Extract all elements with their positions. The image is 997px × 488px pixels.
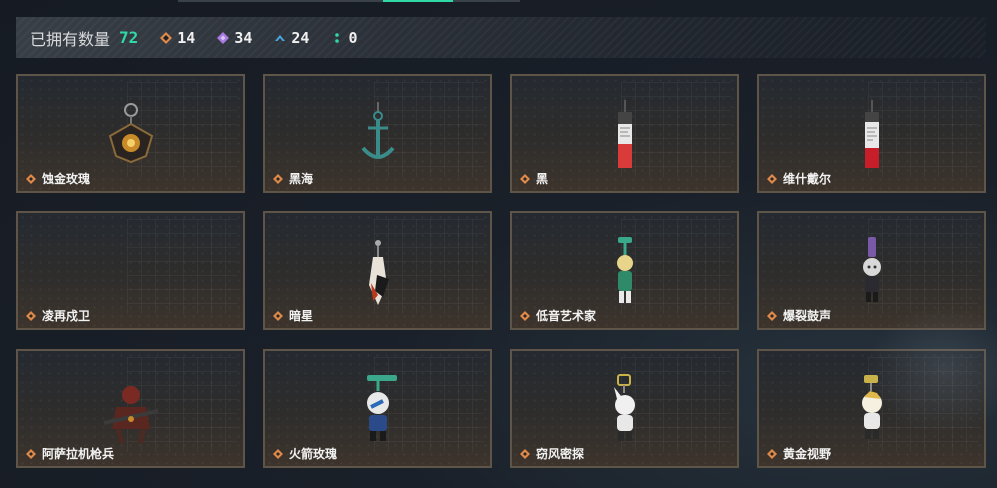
stat-blue-value: 24: [291, 28, 310, 47]
stat-orange: 14: [160, 29, 195, 47]
green-dots-icon: [331, 32, 343, 44]
card-label: 黄金视野: [767, 445, 831, 462]
pendant-image: [590, 235, 660, 310]
pendant-name: 蚀金玫瑰: [42, 172, 91, 186]
pendant-image-empty: [96, 235, 166, 310]
stat-purple-value: 34: [234, 28, 253, 47]
background-smoke: [860, 300, 997, 440]
card-label: 爆裂鼓声: [767, 307, 831, 324]
blue-chevron-icon: [274, 32, 286, 44]
orange-rarity-icon: [26, 173, 36, 184]
stat-green: 0: [331, 28, 358, 47]
card-label: 窃风密探: [520, 445, 584, 462]
card-label: 黑: [520, 170, 548, 187]
orange-rarity-icon: [26, 448, 36, 459]
card-label: 凌再戍卫: [26, 307, 90, 324]
card-label: 暗星: [273, 307, 313, 324]
orange-rarity-icon: [273, 173, 283, 184]
orange-rarity-icon: [767, 173, 777, 184]
stat-purple: 34: [217, 29, 252, 47]
card-label: 火箭玫瑰: [273, 445, 337, 462]
pendant-name: 窃风密探: [536, 447, 585, 461]
pendant-image: [96, 98, 166, 173]
item-card[interactable]: 黑: [510, 74, 739, 193]
card-label: 低音艺术家: [520, 307, 596, 324]
pendant-name: 阿萨拉机枪兵: [42, 447, 115, 461]
item-card[interactable]: 阿萨拉机枪兵: [16, 349, 245, 468]
item-card[interactable]: 黑海: [263, 74, 492, 193]
card-label: 黑海: [273, 170, 313, 187]
orange-rarity-icon: [273, 310, 283, 321]
purple-diamond-icon: [217, 31, 230, 44]
stat-orange-value: 14: [177, 28, 196, 47]
orange-rarity-icon: [520, 173, 530, 184]
orange-rarity-icon: [520, 448, 530, 459]
pendant-image: [96, 373, 166, 448]
pendant-name: 凌再戍卫: [42, 309, 91, 323]
item-card[interactable]: 暗星: [263, 211, 492, 330]
item-card[interactable]: 低音艺术家: [510, 211, 739, 330]
pendant-image: [343, 373, 413, 448]
pendant-name: 黑海: [289, 172, 314, 186]
orange-diamond-icon: [160, 31, 173, 44]
pendant-name: 维什戴尔: [783, 172, 832, 186]
top-tab-active-indicator: [383, 0, 453, 2]
pendant-image: [590, 98, 660, 173]
pendant-image: [343, 98, 413, 173]
pendant-image: [837, 235, 907, 310]
orange-rarity-icon: [26, 310, 36, 321]
orange-rarity-icon: [520, 310, 530, 321]
stat-green-value: 0: [348, 28, 358, 47]
item-card[interactable]: 蚀金玫瑰: [16, 74, 245, 193]
item-card[interactable]: 火箭玫瑰: [263, 349, 492, 468]
orange-rarity-icon: [767, 448, 777, 459]
pendant-name: 黄金视野: [783, 447, 832, 461]
orange-rarity-icon: [273, 448, 283, 459]
stat-blue: 24: [274, 29, 309, 47]
item-card[interactable]: 维什戴尔: [757, 74, 986, 193]
pendant-name: 爆裂鼓声: [783, 309, 832, 323]
pendant-image: [837, 98, 907, 173]
orange-rarity-icon: [767, 310, 777, 321]
pendant-image: [343, 235, 413, 310]
pendant-name: 低音艺术家: [536, 309, 597, 323]
ownership-stats-bar: 已拥有数量 72 14 34 24 0: [16, 17, 986, 58]
owned-count-value: 72: [119, 28, 139, 47]
pendant-name: 火箭玫瑰: [289, 447, 338, 461]
owned-count-label: 已拥有数量: [30, 31, 111, 49]
top-tab-underline: [178, 0, 520, 2]
item-card[interactable]: 窃风密探: [510, 349, 739, 468]
pendant-image: [590, 373, 660, 448]
pendant-name: 暗星: [289, 309, 314, 323]
card-label: 维什戴尔: [767, 170, 831, 187]
pendant-name: 黑: [536, 172, 549, 186]
item-card[interactable]: 凌再戍卫: [16, 211, 245, 330]
card-label: 蚀金玫瑰: [26, 170, 90, 187]
card-label: 阿萨拉机枪兵: [26, 445, 114, 462]
